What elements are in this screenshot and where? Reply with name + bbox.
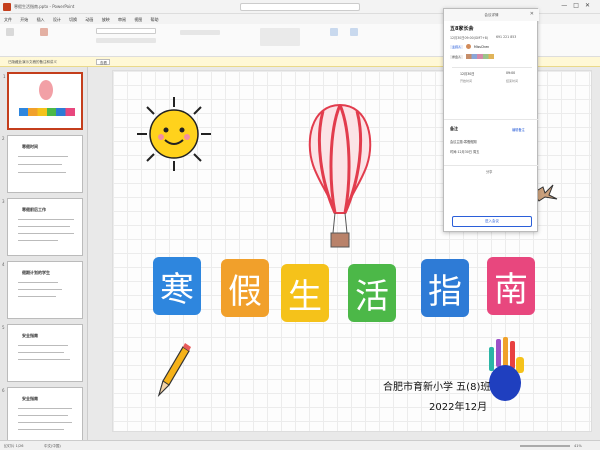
notes-line-1: 会议主题:寒假假期 [450,140,477,144]
slide-thumb-5[interactable]: 5 安全指南 [2,324,83,382]
school-name: 合肥市育新小学 五(8)班 [383,382,491,393]
pencil-icon [157,343,191,398]
end-label: 结束时间 [506,79,519,83]
start-label: 开始时间 [460,79,473,83]
panel-header: 会议详情 [444,9,539,21]
search-input[interactable] [240,3,360,11]
find-icon[interactable] [330,28,338,36]
meeting-id[interactable]: 691 221 853 [496,35,516,39]
join-meeting-button[interactable]: 进入会议 [452,216,532,227]
slide-thumbnails-pane: 1 2 寒假时间 3 寒假前后工作 4 假期计划的学生 5 安全指南 6 安全指… [0,67,88,445]
slide-thumb-2[interactable]: 2 寒假时间 [2,135,83,193]
menu-review[interactable]: 审阅 [118,17,126,23]
balloon-icon [39,80,53,100]
notes-line-2: 时间:12月30日 周五 [450,150,480,154]
title-char-2: 假 [221,259,269,317]
host-name: MissChen [474,45,490,49]
meeting-time: 12月30日09:00(GMT+8) [450,36,489,40]
slide-date: 2022年12月 [429,402,488,413]
menu-file[interactable]: 文件 [4,17,12,23]
menu-transitions[interactable]: 切换 [69,17,77,23]
title-char-1: 寒 [153,257,201,315]
end-time: 09:00 [506,71,516,75]
meeting-title: 五8家长会 [450,26,474,32]
menu-view[interactable]: 视图 [134,17,142,23]
menu-insert[interactable]: 插入 [37,17,45,23]
dictate-icon[interactable] [350,28,358,36]
rainbow-hand-icon [489,337,524,401]
powerpoint-logo-icon [3,3,11,11]
title-char-3: 生 [281,264,329,322]
zoom-level[interactable]: 41% [574,444,582,448]
drawing-group[interactable] [260,28,300,46]
edit-notes-link[interactable]: 编辑备注 [512,127,525,132]
close-icon[interactable]: ✕ [530,11,534,17]
title-char-5: 指 [421,259,469,317]
hot-air-balloon-icon [308,103,372,248]
menu-help[interactable]: 帮助 [151,17,159,23]
paste-icon[interactable] [6,28,14,36]
menu-slideshow[interactable]: 放映 [102,17,110,23]
font-selector[interactable] [96,28,156,34]
paragraph-group[interactable] [180,30,220,35]
participant-avatars[interactable] [466,54,494,59]
meeting-details-panel: 会议详情 ✕ 五8家长会 12月30日09:00(GMT+8) 691 221 … [443,8,539,232]
slide-counter: 幻灯片 1/26 [4,444,24,448]
language-indicator[interactable]: 中文(中国) [44,444,61,449]
slide-thumb-4[interactable]: 4 假期计划的学生 [2,261,83,319]
share-button[interactable]: 分享 [486,169,492,174]
menu-animations[interactable]: 动画 [85,17,93,23]
menu-design[interactable]: 设计 [53,17,61,23]
title-char-4: 活 [348,264,396,322]
slide-thumb-3[interactable]: 3 寒假前后工作 [2,198,83,256]
start-time: 12月30日 [460,72,475,76]
slide-thumb-6[interactable]: 6 安全指南 [2,387,83,445]
host-label: 主持人 [450,45,464,49]
avatar [466,44,471,49]
zoom-slider[interactable] [520,445,570,447]
notes-header: 备注 [450,126,458,131]
title-tiles-preview [19,108,75,116]
notice-button[interactable]: 查看 [96,59,110,65]
sun-icon [137,97,211,171]
font-format-row[interactable] [96,38,156,43]
notice-text: 已隐藏此演示文稿的备注和讲义 [8,60,57,64]
new-slide-icon[interactable] [40,28,48,36]
participants-label: 参会人 [450,55,464,59]
status-bar: 幻灯片 1/26 中文(中国) 41% [0,440,600,450]
window-title: 寒假生活指南.pptx - PowerPoint [14,4,75,9]
menu-home[interactable]: 开始 [20,17,28,23]
slide-thumb-1[interactable]: 1 [3,72,83,130]
window-controls[interactable]: —□✕ [561,2,596,9]
title-char-6: 南 [487,257,535,315]
